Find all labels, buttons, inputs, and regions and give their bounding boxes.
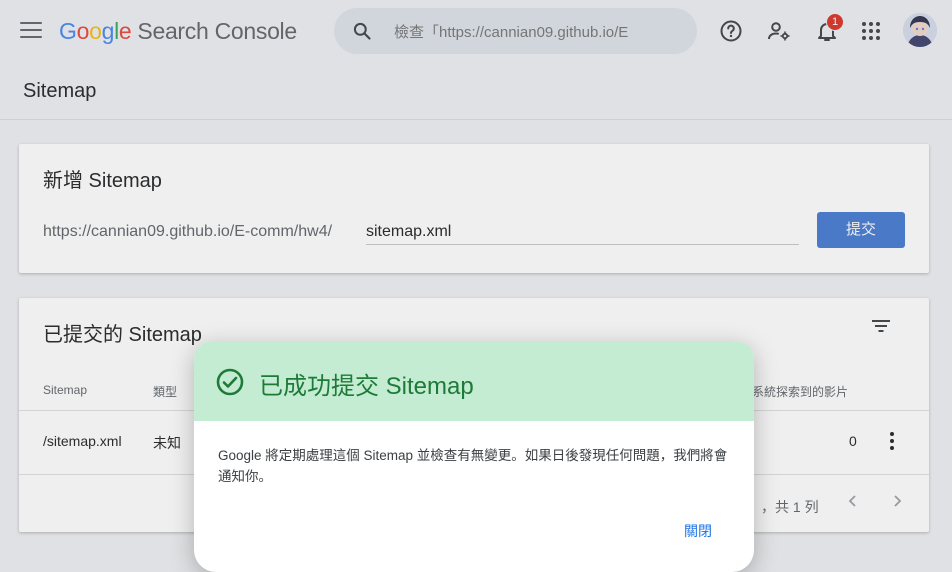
check-circle-icon <box>216 368 244 396</box>
dialog-message: Google 將定期處理這個 Sitemap 並檢查有無變更。如果日後發現任何問… <box>218 448 728 484</box>
success-dialog: 已成功提交 Sitemap Google 將定期處理這個 Sitemap 並檢查… <box>194 341 754 572</box>
dialog-title: 已成功提交 Sitemap <box>259 373 474 400</box>
close-button[interactable]: 關閉 <box>684 521 712 541</box>
dialog-header: 已成功提交 Sitemap <box>194 341 754 421</box>
